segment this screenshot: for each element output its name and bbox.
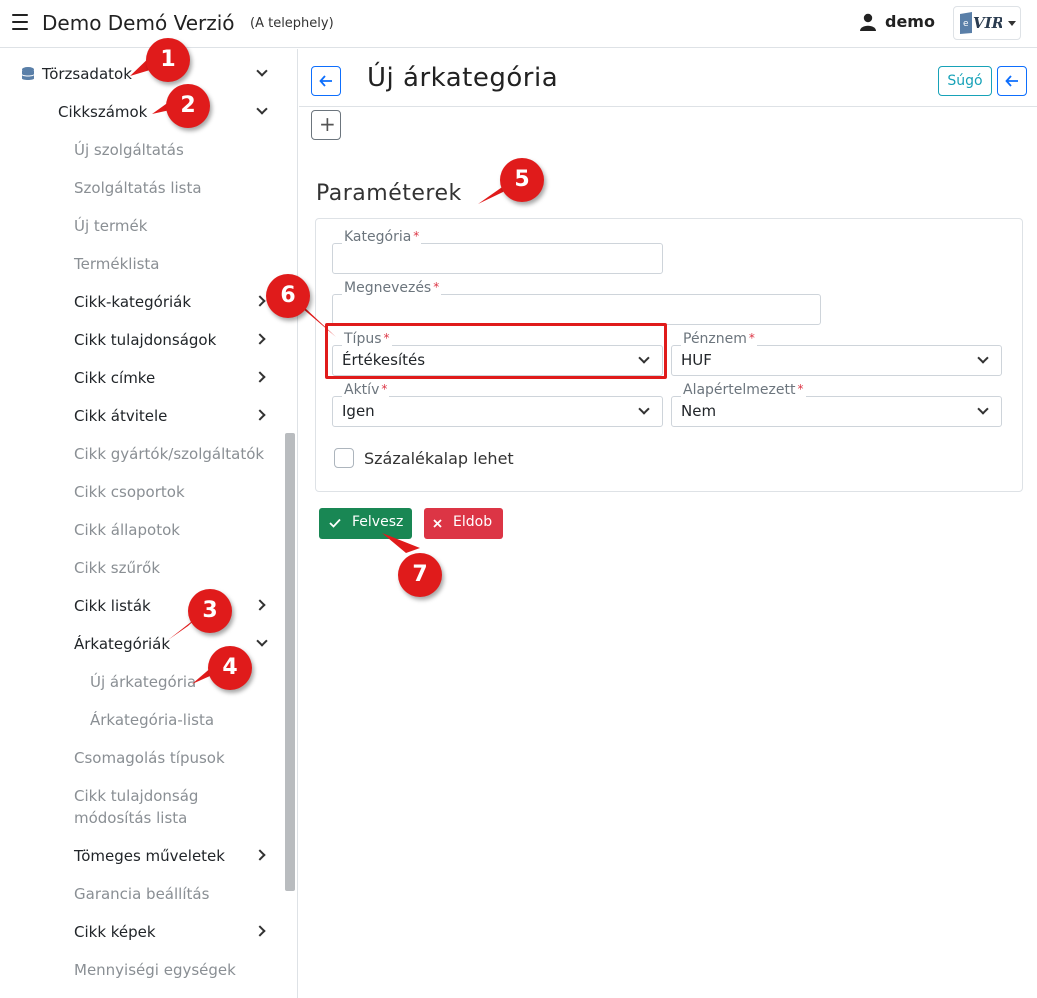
annotation-badge-4: 4 <box>208 646 252 690</box>
annotation-badge-2: 2 <box>166 84 210 128</box>
annotation-badge-5: 5 <box>500 158 544 202</box>
annotation-pointers <box>130 52 515 684</box>
annotation-badge-7: 7 <box>398 553 442 597</box>
annotation-badge-3: 3 <box>188 589 232 633</box>
pointer-7 <box>382 533 420 553</box>
annotation-badge-1: 1 <box>146 38 190 82</box>
annotation-badge-6: 6 <box>266 274 310 318</box>
